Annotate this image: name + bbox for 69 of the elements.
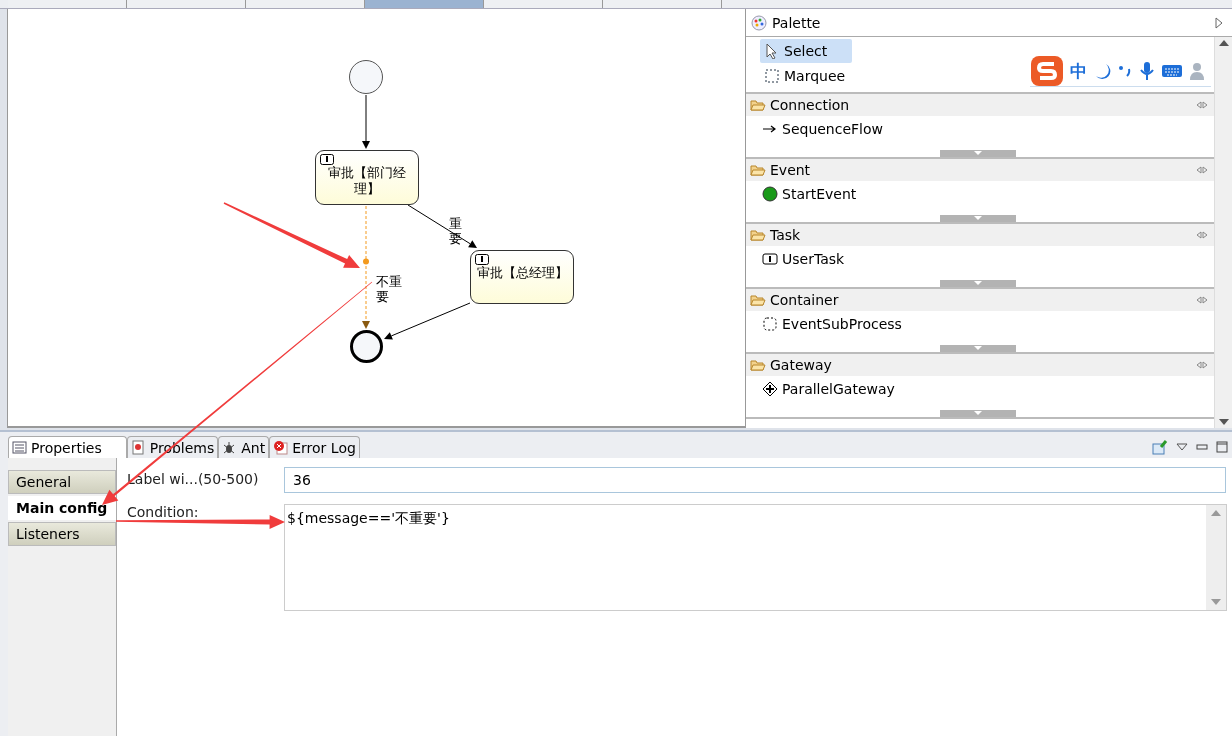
table-icon [12, 439, 28, 456]
section-tab[interactable]: General [8, 470, 116, 494]
drawer-header[interactable]: Connection [746, 94, 1214, 116]
palette-tool[interactable]: Select [760, 39, 852, 63]
view-tab[interactable]: Ant [218, 436, 270, 458]
keyboard-icon [1161, 63, 1183, 79]
view-menu-icon [1176, 443, 1188, 451]
person-icon [1189, 61, 1207, 81]
scroll-down-tab[interactable] [940, 215, 1016, 222]
palette-item[interactable]: UserTask [746, 246, 1214, 272]
caret-icon [973, 410, 983, 416]
scroll-down-tab[interactable] [940, 150, 1016, 157]
text-area[interactable]: ${message=='不重要'} [284, 504, 1227, 611]
gateway-icon [762, 381, 778, 397]
caret-icon [973, 215, 983, 221]
end-event[interactable] [350, 330, 383, 363]
palette-icon [751, 14, 767, 31]
folder-icon [750, 163, 766, 177]
warning-icon [130, 439, 147, 456]
palette-item[interactable]: EventSubProcess [746, 311, 1214, 337]
minimize-icon [1196, 443, 1208, 451]
dashed-box-icon [762, 316, 778, 332]
task-icon [762, 251, 778, 267]
flow-label: 不重要 [376, 274, 402, 304]
folder-icon [750, 228, 766, 242]
folder-icon [750, 358, 766, 372]
scroll-up-icon [1211, 510, 1221, 516]
task-icon [475, 254, 489, 265]
scroll-down-icon [1218, 419, 1229, 425]
error-icon [273, 439, 290, 456]
caret-icon [973, 280, 983, 286]
scroll-down-tab[interactable] [940, 410, 1016, 417]
sequence-flow[interactable] [384, 302, 471, 340]
field-label: Condition: [127, 504, 199, 520]
marquee-icon [764, 68, 780, 84]
scroll-down-tab[interactable] [940, 280, 1016, 287]
view-tab[interactable]: Properties [8, 436, 127, 458]
caret-icon [973, 345, 983, 351]
task-icon [320, 154, 334, 165]
drawer-header[interactable]: Container [746, 289, 1214, 311]
palette-item[interactable]: StartEvent [746, 181, 1214, 207]
microphone-icon [1139, 61, 1155, 81]
palette-title: Palette [772, 14, 822, 31]
drawer-header[interactable]: Event [746, 159, 1214, 181]
drawer-header[interactable]: Task [746, 224, 1214, 246]
sequence-flow[interactable] [407, 204, 477, 248]
scroll-down-tab[interactable] [940, 345, 1016, 352]
start-event[interactable] [349, 60, 383, 94]
palette-item[interactable]: SequenceFlow [746, 116, 1214, 142]
caret-icon [973, 150, 983, 156]
view-tab[interactable]: Error Log [269, 436, 360, 458]
palette-item[interactable]: ParallelGateway [746, 376, 1214, 402]
sequence-flow[interactable] [362, 94, 370, 149]
scroll-up-icon [1218, 40, 1229, 46]
flow-label: 重要 [449, 216, 462, 246]
scrollbar[interactable] [1214, 37, 1232, 428]
folder-icon [750, 293, 766, 307]
drawer-header[interactable]: Gateway [746, 354, 1214, 376]
palette-tool[interactable]: Marquee [760, 64, 852, 88]
input-field[interactable]: 36 [284, 467, 1226, 493]
folder-icon [750, 98, 766, 112]
user-task[interactable]: 审批【总经理】 [470, 250, 574, 304]
user-task[interactable]: 审批【部门经理】 [315, 150, 419, 205]
maximize-icon [1216, 441, 1228, 453]
circle-icon [762, 186, 778, 202]
input-mode-toggle[interactable]: 中 [1070, 59, 1087, 83]
section-tab[interactable]: Listeners [8, 522, 116, 546]
scroll-down-icon [1211, 599, 1221, 605]
section-tab[interactable]: Main config [8, 496, 116, 520]
